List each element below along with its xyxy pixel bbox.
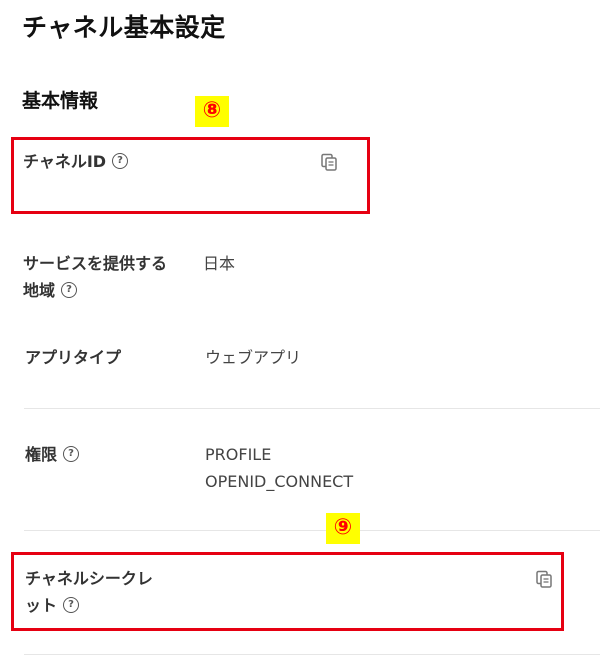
help-circle-icon[interactable]: ? [112, 152, 129, 169]
divider [24, 654, 600, 655]
channel-secret-label: チャネルシークレ ット? [25, 565, 153, 619]
page-title: チャネル基本設定 [22, 13, 226, 42]
service-region-label-line1: サービスを提供する [23, 254, 168, 273]
permission-item: PROFILE [205, 445, 272, 464]
channel-settings-page: チャネル基本設定 基本情報 ⑧ チャネルID? サービスを提供する 地域? 日本… [0, 0, 600, 667]
channel-id-label: チャネルID? [23, 148, 129, 175]
annotation-marker-9: ⑨ [326, 513, 360, 544]
permission-item: OPENID_CONNECT [205, 472, 354, 491]
divider [24, 530, 600, 531]
app-type-label: アプリタイプ [25, 348, 122, 367]
channel-secret-label-line2: ット [25, 596, 58, 615]
help-circle-icon[interactable]: ? [61, 281, 78, 298]
copy-icon[interactable] [535, 570, 553, 588]
service-region-value: 日本 [203, 254, 236, 273]
divider [24, 408, 600, 409]
channel-secret-label-line1: チャネルシークレ [25, 569, 153, 588]
help-circle-icon[interactable]: ? [63, 445, 80, 462]
section-title-basic-info: 基本情報 [22, 90, 99, 112]
channel-id-label-text: チャネルID [23, 152, 107, 171]
app-type-value: ウェブアプリ [205, 348, 302, 367]
help-circle-icon[interactable]: ? [63, 596, 80, 613]
annotation-marker-8: ⑧ [195, 96, 229, 127]
copy-icon[interactable] [320, 153, 338, 171]
permissions-values: PROFILE OPENID_CONNECT [205, 441, 353, 495]
service-region-label: サービスを提供する 地域? [23, 250, 167, 304]
service-region-label-line2-wrap: 地域? [23, 277, 167, 304]
permissions-label: 権限? [25, 441, 80, 468]
permissions-label-text: 権限 [25, 445, 58, 464]
channel-secret-label-line2-wrap: ット? [25, 592, 153, 619]
service-region-label-line2: 地域 [23, 281, 56, 300]
